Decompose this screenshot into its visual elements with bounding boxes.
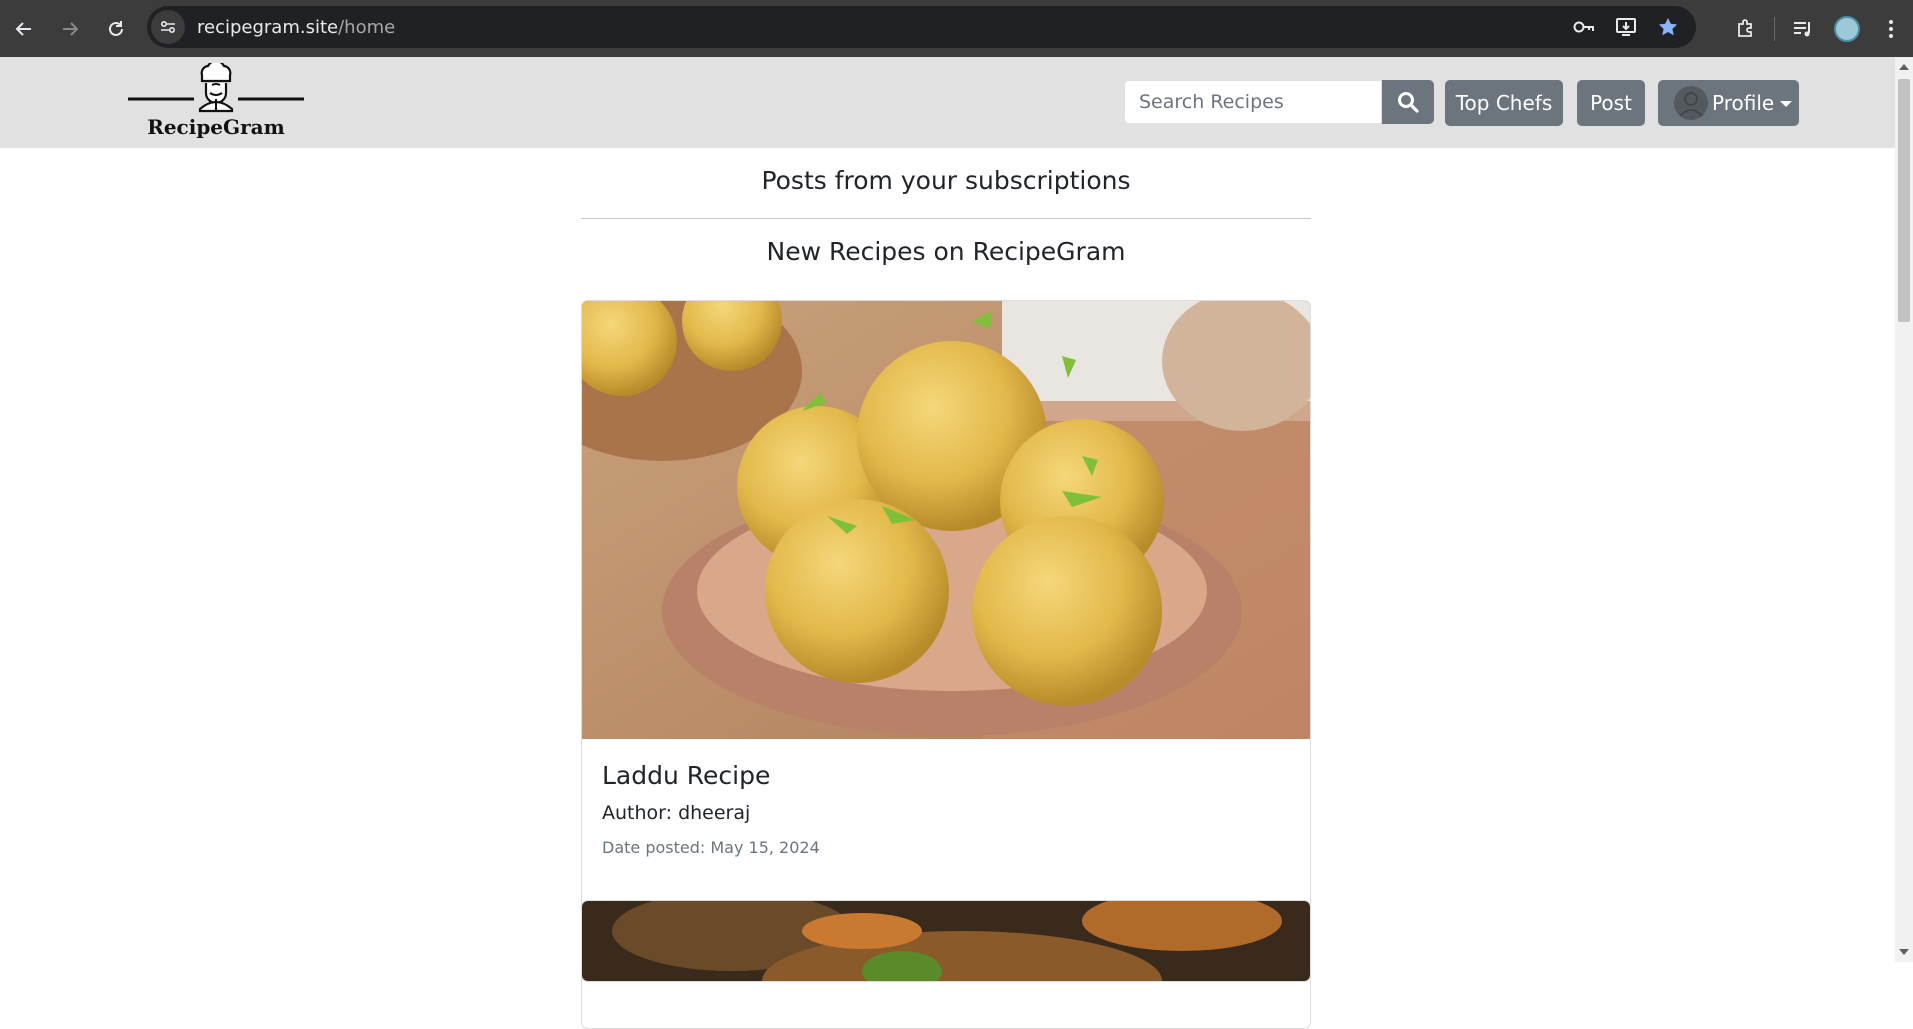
url-path: /home bbox=[338, 16, 396, 38]
user-avatar-icon bbox=[1674, 86, 1708, 120]
reload-icon[interactable] bbox=[94, 7, 138, 51]
search-button[interactable] bbox=[1382, 80, 1434, 124]
page-scrollbar[interactable] bbox=[1895, 57, 1913, 962]
recipe-author: Author: dheeraj bbox=[602, 802, 751, 824]
forward-arrow-icon[interactable] bbox=[48, 7, 92, 51]
recipe-card-body: Laddu Recipe Author: dheeraj Date posted… bbox=[582, 739, 1310, 875]
logo-text: RecipeGram bbox=[147, 115, 285, 139]
address-bar[interactable]: recipegram.site/home bbox=[147, 6, 1696, 48]
site-logo[interactable]: RecipeGram bbox=[126, 60, 306, 143]
toolbar-separator bbox=[1774, 16, 1775, 41]
scroll-thumb[interactable] bbox=[1898, 79, 1910, 322]
url-host: recipegram.site bbox=[197, 16, 339, 38]
back-arrow-icon[interactable] bbox=[2, 7, 46, 51]
search-icon bbox=[1398, 92, 1419, 113]
extensions-icon[interactable] bbox=[1724, 7, 1768, 51]
recipe-image-next[interactable] bbox=[582, 901, 1310, 981]
bookmark-star-icon[interactable] bbox=[1656, 15, 1680, 39]
recipe-image[interactable] bbox=[582, 301, 1310, 739]
recipe-card-next[interactable] bbox=[581, 900, 1311, 982]
profile-avatar-icon[interactable] bbox=[1825, 7, 1869, 51]
chef-logo-icon bbox=[128, 60, 304, 113]
top-chefs-button[interactable]: Top Chefs bbox=[1445, 80, 1563, 126]
profile-label: Profile bbox=[1712, 91, 1775, 115]
url-text: recipegram.site/home bbox=[197, 17, 395, 38]
site-info-icon[interactable] bbox=[151, 10, 185, 44]
search-input[interactable] bbox=[1124, 80, 1382, 124]
install-app-icon[interactable] bbox=[1614, 15, 1638, 39]
profile-dropdown-button[interactable]: Profile bbox=[1658, 80, 1799, 126]
scroll-up-arrow-icon[interactable] bbox=[1899, 64, 1909, 70]
browser-toolbar: recipegram.site/home bbox=[0, 0, 1913, 57]
more-menu-icon[interactable] bbox=[1869, 7, 1913, 51]
chevron-down-icon bbox=[1780, 101, 1793, 107]
scroll-down-arrow-icon[interactable] bbox=[1899, 949, 1909, 955]
media-control-icon[interactable] bbox=[1781, 7, 1825, 51]
subscriptions-heading: Posts from your subscriptions bbox=[761, 166, 1131, 195]
section-divider bbox=[581, 218, 1311, 219]
new-recipes-heading: New Recipes on RecipeGram bbox=[766, 237, 1126, 266]
key-icon[interactable] bbox=[1572, 15, 1596, 39]
site-header: RecipeGram Top Chefs Post Profile bbox=[0, 57, 1895, 148]
search-bar bbox=[1124, 80, 1434, 124]
recipe-date: Date posted: May 15, 2024 bbox=[602, 838, 820, 857]
recipe-title[interactable]: Laddu Recipe bbox=[602, 761, 1290, 790]
post-button[interactable]: Post bbox=[1577, 80, 1645, 126]
